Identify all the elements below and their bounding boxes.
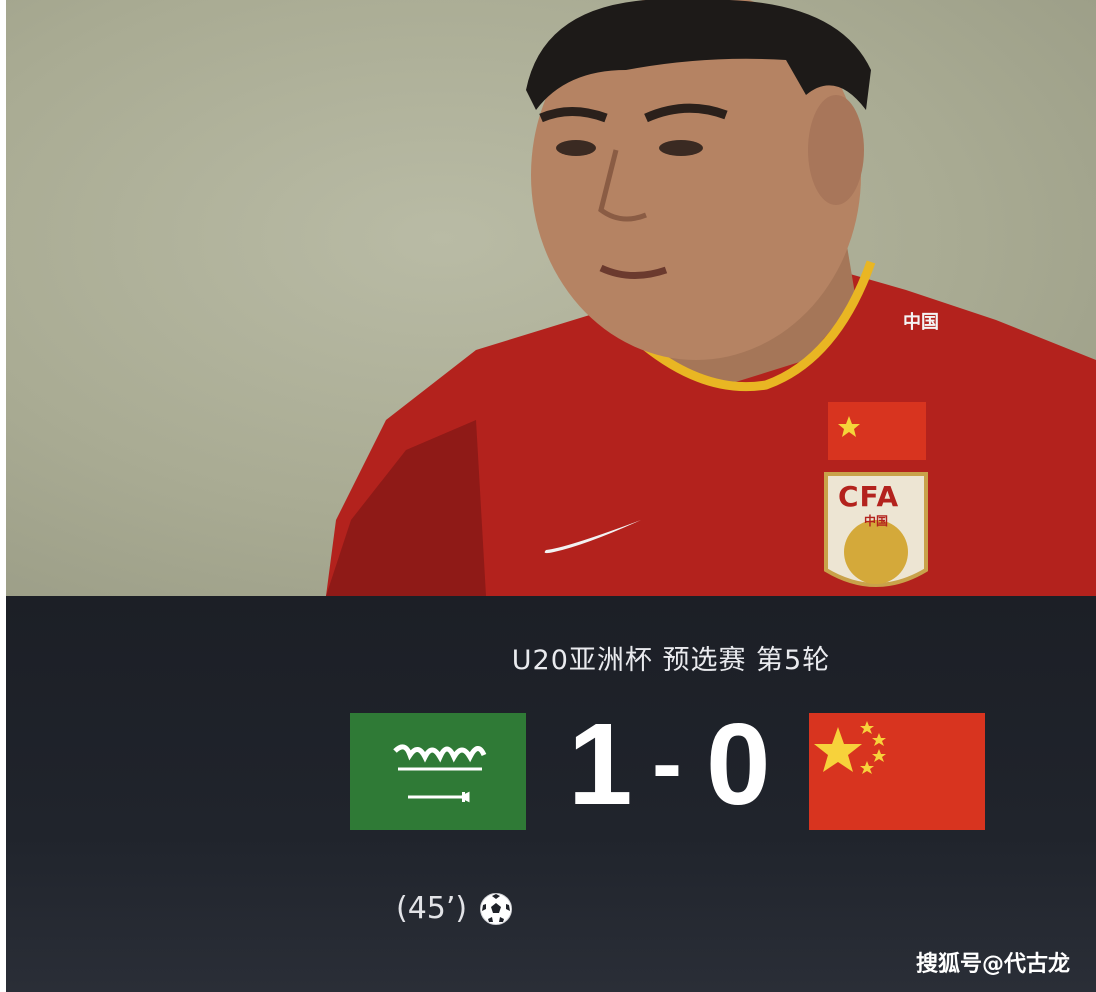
match-result-card: 中国 CFA 中国 U20亚洲杯 预选赛 第5轮 1 - 0 (45’) 搜狐号… [6,0,1096,992]
jersey-text: 中国 [903,312,939,333]
small-star-2 [872,733,886,746]
shahada-script [393,744,487,763]
crest-text: CFA [838,480,900,513]
soccer-ball-icon [479,892,513,926]
china-flag [809,713,985,830]
small-star-1 [860,721,874,734]
right-eye [659,140,703,156]
goal-event: (45’) [396,891,513,926]
saudi-flag-graphic [393,744,487,803]
big-star [814,727,862,772]
scoreboard: U20亚洲杯 预选赛 第5轮 1 - 0 (45’) 搜狐号@代古龙 [6,596,1096,992]
china-flag-graphic [814,721,886,774]
away-score: 0 [706,699,771,829]
sword [408,791,470,803]
score-separator: - [652,714,682,814]
crest-emblem [844,520,908,584]
crest-subtext: 中国 [864,514,889,528]
source-watermark: 搜狐号@代古龙 [915,952,1070,977]
player-illustration [326,0,1096,596]
home-score: 1 [568,699,633,829]
goal-minute: (45’) [396,891,468,926]
competition-title: U20亚洲杯 预选赛 第5轮 [511,645,831,676]
chest-china-flag [828,402,926,460]
sword-guard [462,792,465,802]
left-eye [556,140,596,156]
small-star-3 [872,749,886,762]
saudi-arabia-flag [350,713,526,830]
player-photo: 中国 CFA 中国 [6,0,1096,596]
small-star-4 [860,761,874,774]
ear [808,95,864,205]
